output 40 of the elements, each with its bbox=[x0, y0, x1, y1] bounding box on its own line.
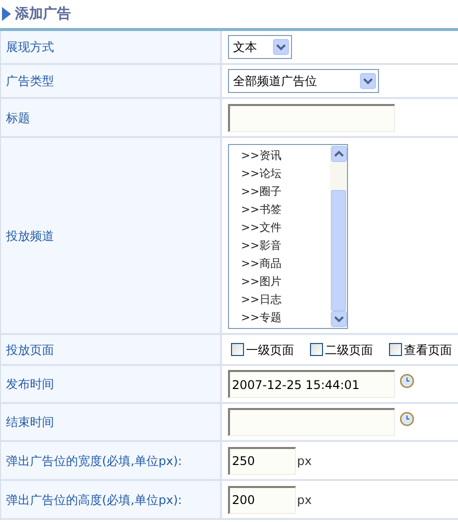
field-label: 标题 bbox=[1, 99, 222, 136]
list-option[interactable]: >>论坛 bbox=[241, 165, 330, 183]
checkbox[interactable]: 查看页面 bbox=[389, 340, 452, 358]
scrollbar[interactable] bbox=[330, 145, 347, 328]
number-input[interactable]: 250 bbox=[228, 446, 296, 474]
field-label: 弹出广告位的宽度(必填,单位px): bbox=[1, 442, 222, 479]
field-label: 投放频道 bbox=[1, 138, 222, 333]
dropdown[interactable]: 全部频道广告位 bbox=[228, 69, 379, 93]
field-label: 发布时间 bbox=[1, 366, 222, 402]
field-label: 广告类型 bbox=[1, 65, 222, 97]
clock-icon[interactable] bbox=[400, 374, 414, 388]
list-option[interactable]: >>商品 bbox=[241, 255, 330, 273]
field-label: 弹出广告位的高度(必填,单位px): bbox=[1, 481, 222, 518]
list-option[interactable]: >>文件 bbox=[241, 219, 330, 237]
list-option[interactable]: >>专题 bbox=[241, 309, 330, 327]
triangle-icon bbox=[2, 7, 11, 21]
dropdown[interactable]: 文本 bbox=[228, 35, 292, 59]
list-option[interactable]: >>资讯 bbox=[241, 147, 330, 165]
list-option[interactable]: >>书签 bbox=[241, 201, 330, 219]
page-title: 添加广告 bbox=[15, 4, 71, 24]
date-input[interactable] bbox=[228, 408, 395, 436]
list-option[interactable]: >>影音 bbox=[241, 237, 330, 255]
date-input[interactable]: 2007-12-25 15:44:01 bbox=[228, 370, 395, 398]
list-option[interactable]: >>图片 bbox=[241, 273, 330, 291]
unit-label: px bbox=[297, 452, 312, 470]
number-input[interactable]: 200 bbox=[228, 486, 296, 514]
unit-label: px bbox=[297, 492, 312, 508]
field-label: 结束时间 bbox=[1, 404, 222, 440]
scroll-up-button[interactable] bbox=[331, 146, 347, 162]
text-input[interactable] bbox=[228, 104, 395, 132]
channel-listbox[interactable]: >>资讯 >>论坛 >>圈子 >>书签 >>文件 >>影音 >>商品 >>图片 >>日志 >>专题 bbox=[228, 144, 348, 329]
list-option[interactable]: >>日志 bbox=[241, 291, 330, 309]
list-option[interactable]: >>圈子 bbox=[241, 183, 330, 201]
scroll-down-button[interactable] bbox=[331, 311, 347, 327]
checkbox[interactable]: 一级页面 bbox=[231, 340, 294, 358]
clock-icon[interactable] bbox=[400, 412, 414, 426]
field-label: 展现方式 bbox=[1, 31, 222, 63]
scroll-thumb[interactable] bbox=[331, 190, 346, 311]
field-label: 投放页面 bbox=[1, 335, 222, 364]
checkbox[interactable]: 二级页面 bbox=[310, 340, 373, 358]
